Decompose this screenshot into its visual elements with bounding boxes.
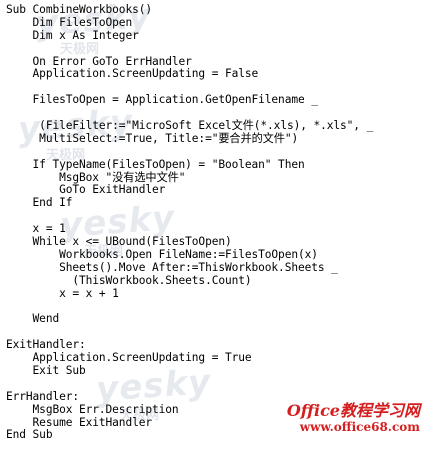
code-line: Application.ScreenUpdating = True	[6, 351, 252, 365]
code-line: MultiSelect:=True, Title:="要合并的文件")	[6, 131, 299, 145]
code-line: (ThisWorkbook.Sheets.Count)	[6, 273, 252, 287]
code-line: Sheets().Move After:=ThisWorkbook.Sheets…	[6, 260, 338, 274]
code-line: Wend	[6, 312, 60, 326]
code-line: Sub CombineWorkbooks()	[6, 3, 152, 16]
brand-url: www.office68.com	[299, 420, 420, 434]
brand-name: Office教程学习网	[286, 401, 420, 420]
code-line: While x <= UBound(FilesToOpen)	[6, 235, 232, 249]
code-line: x = x + 1	[6, 286, 119, 300]
code-line: Dim x As Integer	[6, 28, 139, 42]
code-line: Dim FilesToOpen	[6, 15, 133, 29]
code-line: If TypeName(FilesToOpen) = "Boolean" The…	[6, 157, 305, 171]
code-line: Exit Sub	[6, 363, 86, 377]
code-line: (FileFilter:="MicroSoft Excel文件(*.xls), …	[6, 119, 374, 133]
site-brand: Office教程学习网 www.office68.com	[287, 397, 420, 434]
code-line: Workbooks.Open FileName:=FilesToOpen(x)	[6, 247, 318, 261]
code-line: Application.ScreenUpdating = False	[6, 67, 259, 81]
vba-code-listing: Sub CombineWorkbooks() Dim FilesToOpen D…	[6, 3, 422, 442]
code-line: FilesToOpen = Application.GetOpenFilenam…	[6, 93, 318, 107]
code-line: End If	[6, 196, 73, 210]
